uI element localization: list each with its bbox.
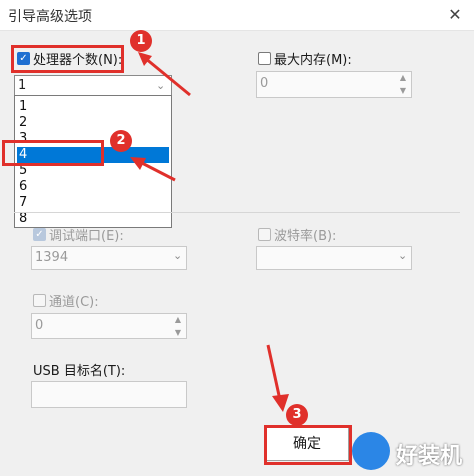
watermark-text: 好装机	[396, 444, 463, 469]
annotation-arrow-3-head	[272, 394, 289, 412]
annotation-arrow-2	[139, 160, 176, 182]
annotation-arrows	[130, 52, 289, 412]
watermark: 好装机	[352, 430, 470, 472]
annotation-arrow-3	[266, 344, 282, 401]
annotation-arrow-1	[144, 56, 191, 97]
watermark-logo-icon	[352, 432, 390, 470]
